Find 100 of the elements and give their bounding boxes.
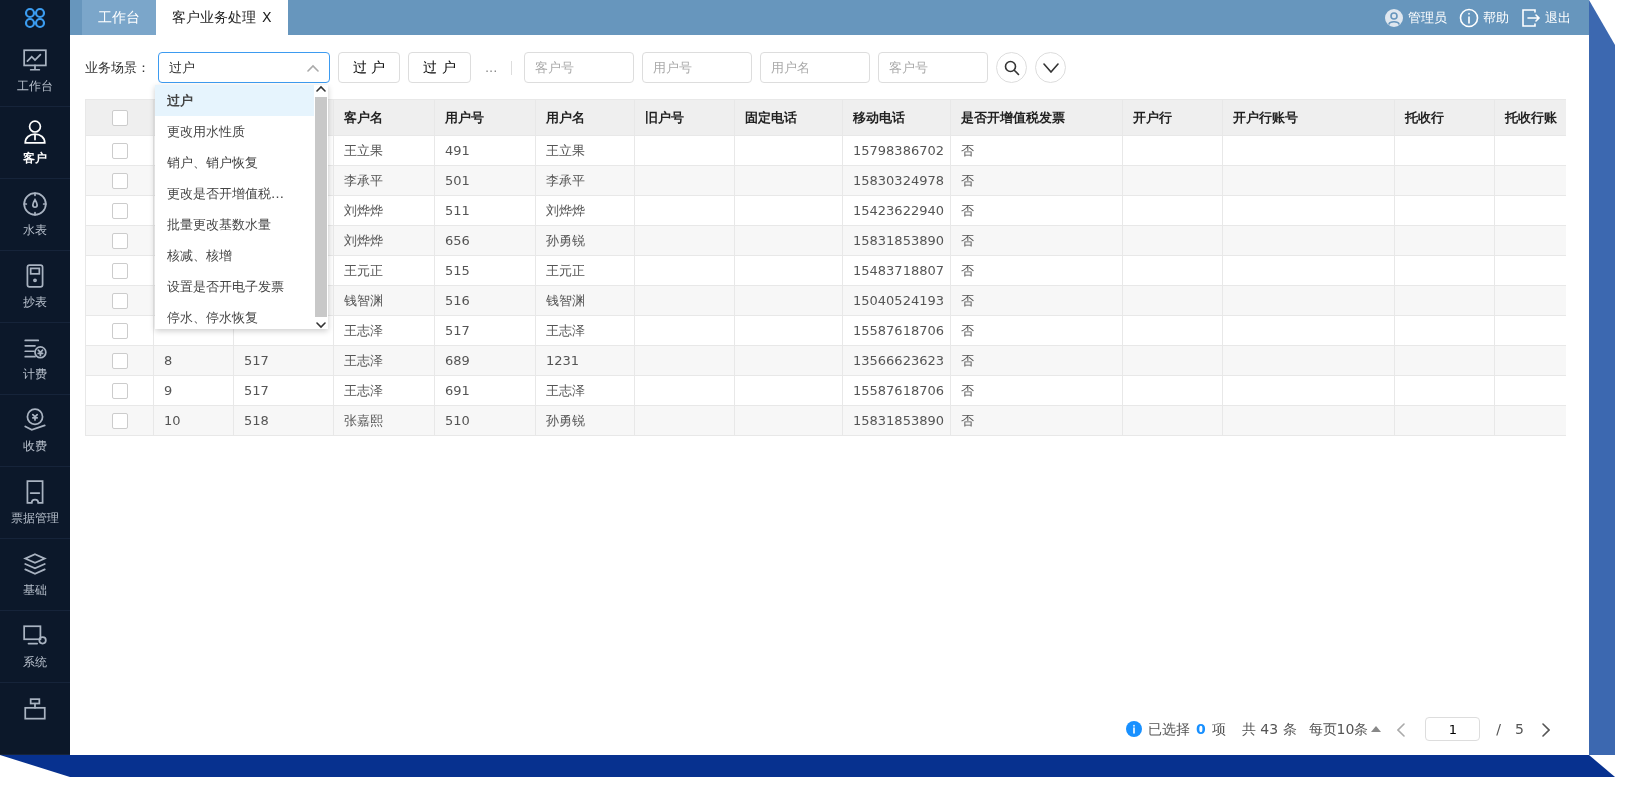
checkbox[interactable] — [111, 292, 128, 309]
scene-label: 业务场景： — [85, 58, 150, 77]
table-cell: 否 — [961, 322, 974, 338]
table-cell: 15831853890 — [853, 412, 944, 428]
dropdown-option[interactable]: 销户、销户恢复 — [155, 147, 314, 178]
checkbox[interactable] — [111, 262, 128, 279]
table-cell: 691 — [445, 382, 470, 398]
hand-coin-icon — [22, 406, 48, 433]
sidebar-item[interactable]: 工作台 — [0, 35, 70, 107]
checkbox[interactable] — [111, 172, 128, 189]
column-header: 是否开增值税发票 — [961, 109, 1065, 125]
sidebar-item[interactable]: 计费 — [0, 323, 70, 395]
checkbox[interactable] — [111, 109, 128, 126]
dropdown-option[interactable]: 批量更改基数水量 — [155, 209, 314, 240]
column-header: 托收行 — [1405, 109, 1444, 125]
input-field[interactable]: 客户号 — [878, 52, 989, 83]
expand-button[interactable] — [1035, 52, 1067, 83]
scroll-down-icon — [316, 321, 326, 329]
column-header: 托收行账 — [1505, 109, 1557, 125]
column-header: 旧户号 — [645, 109, 684, 125]
table-cell: 王志泽 — [546, 322, 585, 338]
dropdown-option[interactable]: 更改是否开增值税… — [155, 178, 314, 209]
table-cell: 否 — [961, 232, 974, 248]
dropdown-option[interactable]: 更改用水性质 — [155, 116, 314, 147]
table-cell: 否 — [961, 172, 974, 188]
page-separator: / — [1496, 719, 1502, 739]
input-field[interactable]: 用户号 — [642, 52, 753, 83]
monitor-icon — [22, 46, 48, 73]
input-field[interactable]: 客户号 — [524, 52, 635, 83]
dropdown-option[interactable]: 过户 — [155, 85, 314, 116]
table-cell: 15798386702 — [853, 142, 944, 158]
table-cell: 15831853890 — [853, 232, 944, 248]
sidebar-item[interactable]: 基础 — [0, 539, 70, 611]
column-header: 客户名 — [344, 109, 383, 125]
page-size-select[interactable]: 每页10条 — [1304, 718, 1386, 740]
caret-up-icon — [1371, 726, 1382, 732]
scene-button[interactable]: 过 户 — [408, 52, 471, 83]
dropdown-option[interactable]: 停水、停水恢复 — [155, 302, 314, 329]
close-button[interactable]: X — [262, 7, 272, 28]
table-cell: 15483718807 — [853, 262, 944, 278]
table-cell: 517 — [244, 352, 269, 368]
checkbox[interactable] — [111, 202, 128, 219]
column-header: 用户号 — [445, 109, 484, 125]
scene-button[interactable]: 过 户 — [338, 52, 401, 83]
info-circle-icon — [1459, 7, 1479, 28]
table-cell: 516 — [445, 292, 470, 308]
sidebar-item[interactable]: 票据管理 — [0, 467, 70, 539]
page-input[interactable]: 1 — [1425, 717, 1481, 741]
checkbox[interactable] — [111, 352, 128, 369]
checkbox[interactable] — [111, 232, 128, 249]
table-cell: 15830324978 — [853, 172, 944, 188]
table-cell: 491 — [445, 142, 470, 158]
table-cell: 501 — [445, 172, 470, 188]
table-cell: 否 — [961, 202, 974, 218]
chevron-right-icon — [1542, 722, 1550, 737]
checkbox[interactable] — [111, 382, 128, 399]
gauge-icon — [22, 190, 48, 217]
sidebar-item[interactable]: 收费 — [0, 395, 70, 467]
sidebar-item[interactable]: 抄表 — [0, 251, 70, 323]
table-cell: 15423622940 — [853, 202, 944, 218]
column-header: 开户行账号 — [1233, 109, 1298, 125]
table-cell: 李承平 — [344, 172, 383, 188]
dropdown-option[interactable]: 设置是否开电子发票 — [155, 271, 314, 302]
table-cell: 517 — [244, 382, 269, 398]
selected-unit: 项 — [1211, 719, 1226, 739]
checkbox[interactable] — [111, 142, 128, 159]
sidebar-item[interactable]: 系统 — [0, 611, 70, 683]
table-cell: 518 — [244, 412, 269, 428]
table-cell: 王立果 — [546, 142, 585, 158]
logout-icon — [1521, 7, 1541, 28]
scene-select[interactable]: 过户 — [158, 52, 330, 83]
table-cell: 否 — [961, 382, 974, 398]
checkbox[interactable] — [111, 412, 128, 429]
chevron-down-icon — [1042, 62, 1059, 73]
more-text: ... — [484, 58, 498, 77]
search-button[interactable] — [996, 52, 1028, 83]
chevron-up-icon — [307, 63, 319, 72]
table-cell: 王立果 — [344, 142, 383, 158]
table-cell: 王志泽 — [344, 382, 383, 398]
table-cell: 否 — [961, 352, 974, 368]
sidebar-item[interactable]: 水表 — [0, 179, 70, 251]
input-field[interactable]: 用户名 — [760, 52, 871, 83]
table-cell: 13566623623 — [853, 352, 944, 368]
tab[interactable]: 客户业务处理 X — [156, 0, 288, 35]
search-icon — [1003, 59, 1020, 76]
column-header: 固定电话 — [745, 109, 797, 125]
table-cell: 刘烨烨 — [546, 202, 585, 218]
pipe-valve-icon[interactable] — [22, 697, 48, 723]
checkbox[interactable] — [111, 322, 128, 339]
table-cell: 钱智渊 — [344, 292, 383, 308]
table-cell: 15040524193 — [853, 292, 944, 308]
column-header: 移动电话 — [853, 109, 905, 125]
table-cell: 王志泽 — [344, 322, 383, 338]
scrollbar-thumb[interactable] — [315, 97, 327, 317]
table-cell: 张嘉熙 — [344, 412, 383, 428]
table-cell: 1231 — [546, 352, 580, 368]
table-cell: 10 — [164, 412, 181, 428]
table-cell: 8 — [164, 352, 173, 368]
dropdown-option[interactable]: 核减、核增 — [155, 240, 314, 271]
sidebar-item[interactable]: 客户 — [0, 107, 70, 179]
